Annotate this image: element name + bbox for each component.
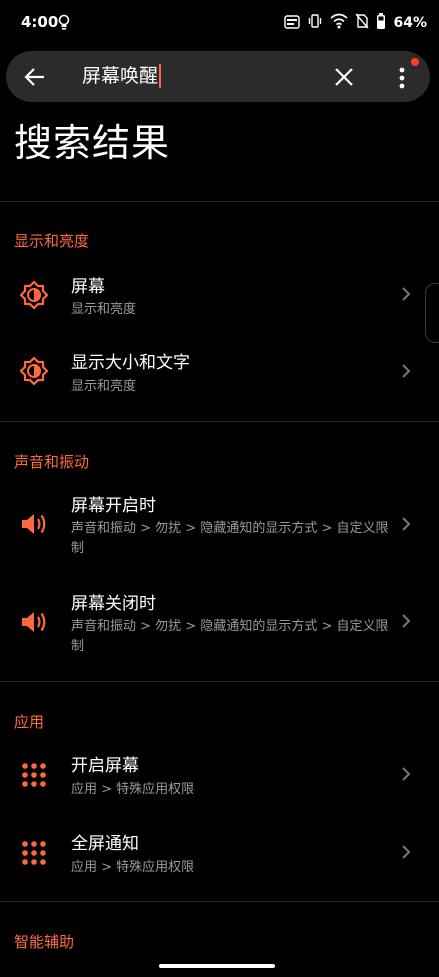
section-title-sound: 声音和振动: [14, 453, 90, 471]
divider: [0, 201, 439, 202]
result-item-subtitle: 应用 > 特殊应用权限: [71, 782, 195, 797]
chevron-right-icon: [400, 844, 412, 860]
chevron-right-icon: [400, 613, 412, 629]
result-item-title: 显示大小和文字: [71, 353, 190, 373]
edge-panel-handle[interactable]: [425, 283, 439, 343]
wifi-icon: [330, 13, 349, 33]
result-item-subtitle: 显示和亮度: [71, 302, 137, 317]
search-input[interactable]: 屏幕唤醒: [82, 64, 162, 88]
result-item-subtitle: 应用 > 特殊应用权限: [71, 860, 195, 875]
result-item-screen-off[interactable]: 屏幕关闭时 声音和振动 > 勿扰 > 隐藏通知的显示方式 > 自定义限制: [0, 580, 439, 668]
result-item-display-size[interactable]: 显示大小和文字 显示和亮度: [0, 338, 439, 410]
result-item-title: 屏幕关闭时: [71, 594, 156, 614]
status-time: 4:00: [21, 13, 59, 31]
divider: [0, 421, 439, 422]
result-item-title: 屏幕: [71, 277, 105, 297]
speaker-icon: [19, 607, 49, 637]
result-item-screen[interactable]: 屏幕 显示和亮度: [0, 260, 439, 332]
section-title-smart-assist: 智能辅助: [14, 933, 75, 951]
divider: [0, 901, 439, 902]
brightness-icon: [19, 280, 49, 310]
result-item-screen-on[interactable]: 屏幕开启时 声音和振动 > 勿扰 > 隐藏通知的显示方式 > 自定义限制: [0, 482, 439, 570]
text-caret: [159, 64, 162, 88]
apps-grid-icon: [19, 838, 49, 868]
status-icons: 64%: [284, 12, 427, 34]
section-title-display: 显示和亮度: [14, 232, 90, 250]
result-item-title: 开启屏幕: [71, 756, 139, 776]
no-sim-icon: [355, 13, 370, 33]
chevron-right-icon: [400, 516, 412, 532]
auto-hd-icon: [284, 14, 301, 33]
result-item-title: 屏幕开启时: [71, 496, 156, 516]
notification-dot: [411, 58, 419, 66]
page-title: 搜索结果: [14, 121, 171, 165]
back-arrow-icon[interactable]: [22, 64, 48, 90]
result-item-full-screen-notification[interactable]: 全屏通知 应用 > 特殊应用权限: [0, 820, 439, 892]
home-indicator[interactable]: [159, 964, 275, 968]
status-bar: 4:00 64%: [0, 0, 439, 46]
search-query: 屏幕唤醒: [82, 65, 159, 87]
result-item-subtitle: 显示和亮度: [71, 379, 137, 394]
battery-icon: [376, 12, 386, 34]
more-options-icon[interactable]: [394, 64, 410, 92]
chevron-right-icon: [400, 363, 412, 379]
apps-grid-icon: [19, 760, 49, 790]
brightness-icon: [19, 356, 49, 386]
battery-percentage: 64%: [393, 15, 427, 31]
result-item-title: 全屏通知: [71, 834, 139, 854]
result-item-subtitle: 声音和振动 > 勿扰 > 隐藏通知的显示方式 > 自定义限制: [71, 619, 389, 654]
divider: [0, 681, 439, 682]
search-bar: 屏幕唤醒: [6, 51, 430, 102]
vibrate-icon: [307, 13, 323, 33]
chevron-right-icon: [400, 286, 412, 302]
section-title-apps: 应用: [14, 713, 45, 731]
result-item-subtitle: 声音和振动 > 勿扰 > 隐藏通知的显示方式 > 自定义限制: [71, 521, 389, 556]
lightbulb-icon: [58, 14, 70, 36]
speaker-icon: [19, 509, 49, 539]
chevron-right-icon: [400, 766, 412, 782]
result-item-turn-on-screen[interactable]: 开启屏幕 应用 > 特殊应用权限: [0, 742, 439, 814]
close-icon[interactable]: [332, 65, 356, 89]
